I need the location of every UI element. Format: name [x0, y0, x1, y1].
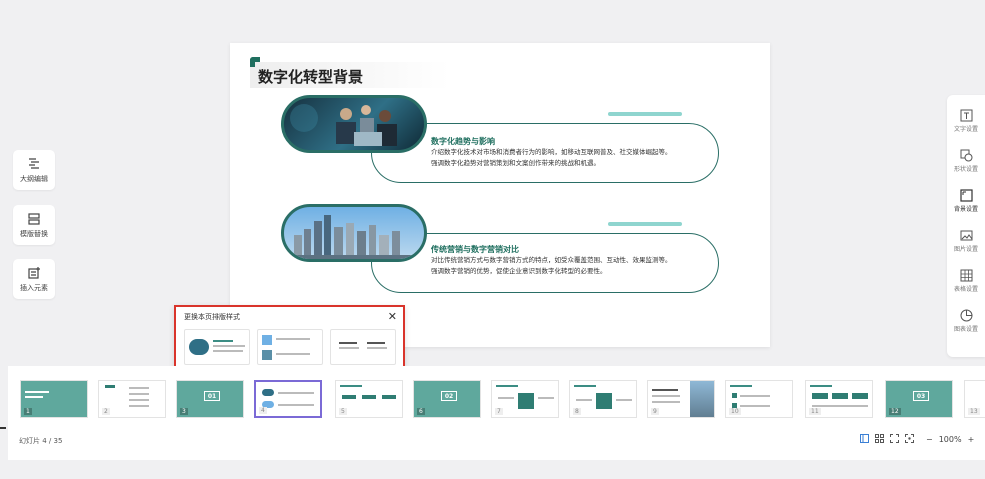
slide-thumbnail[interactable]: 02 6: [413, 380, 481, 418]
chart-icon: [960, 309, 972, 322]
slide-number: 9: [651, 408, 659, 415]
table-settings-label: 表格设置: [953, 286, 978, 293]
template-replace-button[interactable]: 模版替换: [13, 205, 55, 245]
city-skyline-photo[interactable]: [281, 204, 427, 262]
layout-option[interactable]: [330, 329, 396, 365]
slide-thumbnail[interactable]: 10: [725, 380, 793, 418]
divider: [0, 427, 6, 429]
slide-number: 12: [889, 408, 901, 415]
slide-thumbnail[interactable]: 5: [335, 380, 403, 418]
section-badge: 03: [913, 391, 929, 401]
slide-title[interactable]: 数字化转型背景: [258, 66, 363, 87]
view-controls: − 100% +: [860, 434, 974, 445]
layout-style-popup: 更换本页排版样式 ✕: [174, 305, 405, 373]
block2-line2: 强调数字营销的优势，促使企业意识到数字化转型的必要性。: [431, 267, 607, 275]
insert-element-label: 插入元素: [20, 283, 48, 292]
slide-number: 4: [259, 407, 267, 414]
settings-panel: 文字设置 形状设置 背景设置 图片设置 表格设置 图表设置: [947, 95, 985, 357]
slide-number: 2: [102, 408, 110, 415]
grid-view-icon[interactable]: [875, 434, 884, 445]
block1-heading[interactable]: 数字化趋势与影响: [431, 136, 495, 147]
slide-number: 13: [968, 408, 980, 415]
slide-thumbnail[interactable]: 11: [805, 380, 873, 418]
template-replace-label: 模版替换: [20, 229, 48, 238]
outline-icon: [29, 157, 39, 169]
background-icon: [959, 189, 973, 202]
popup-title: 更换本页排版样式: [184, 313, 240, 321]
outline-edit-button[interactable]: 大纲编辑: [13, 150, 55, 190]
slide-number: 6: [417, 408, 425, 415]
fit-screen-icon[interactable]: [890, 434, 899, 445]
slide-number: 1: [24, 408, 32, 415]
slide-number: 10: [729, 408, 741, 415]
slide-counter: 幻灯片 4 / 35: [19, 437, 63, 445]
slide-number: 3: [180, 408, 188, 415]
text-settings-label: 文字设置: [953, 126, 978, 133]
slide-number: 11: [809, 408, 821, 415]
chart-settings-button[interactable]: 图表设置: [947, 309, 985, 347]
accent-bar: [608, 222, 682, 226]
slide-thumbnail[interactable]: 03 12: [885, 380, 953, 418]
normal-view-icon[interactable]: [860, 434, 869, 445]
meeting-photo[interactable]: [281, 95, 427, 153]
slide-thumbnail-selected[interactable]: 4: [254, 380, 322, 418]
block1-line1: 介绍数字化技术对市场和消费者行为的影响，如移动互联网普及、社交媒体崛起等。: [431, 148, 672, 156]
background-settings-label: 背景设置: [953, 206, 978, 213]
slide-thumbnail[interactable]: 7: [491, 380, 559, 418]
insert-element-button[interactable]: 插入元素: [13, 259, 55, 299]
slide-number: 5: [339, 408, 347, 415]
slide-thumbnail[interactable]: 13: [964, 380, 985, 418]
block2-heading[interactable]: 传统营销与数字营销对比: [431, 244, 519, 255]
slide-thumbnail[interactable]: 1: [20, 380, 88, 418]
background-settings-button[interactable]: 背景设置: [947, 189, 985, 227]
text-settings-button[interactable]: 文字设置: [947, 109, 985, 147]
outline-edit-label: 大纲编辑: [20, 174, 48, 183]
shape-icon: [960, 149, 972, 162]
section-badge: 02: [441, 391, 457, 401]
slide-canvas[interactable]: 数字化转型背景 数字化趋势与影响 介绍数字化技术对市场和消费者行为的影响，如移动…: [230, 43, 770, 347]
slide-filmstrip: 1 2 01 3 4 5 02 6 7 8 9 10 11 03 12 13: [8, 366, 985, 460]
image-settings-button[interactable]: 图片设置: [947, 229, 985, 267]
slide-thumbnail[interactable]: 01 3: [176, 380, 244, 418]
shape-settings-button[interactable]: 形状设置: [947, 149, 985, 187]
close-icon[interactable]: ✕: [388, 310, 397, 323]
accent-bar: [608, 112, 682, 116]
zoom-level: 100%: [938, 435, 962, 444]
slide-thumbnail[interactable]: 8: [569, 380, 637, 418]
section-badge: 01: [204, 391, 220, 401]
slide-thumbnail[interactable]: 2: [98, 380, 166, 418]
zoom-in-button[interactable]: +: [968, 435, 975, 444]
layout-option[interactable]: [257, 329, 323, 365]
slide-number: 8: [573, 408, 581, 415]
block1-line2: 强调数字化趋势对营销策划和文案创作带来的挑战和机遇。: [431, 159, 600, 167]
image-icon: [960, 230, 972, 241]
layout-option[interactable]: [184, 329, 250, 365]
table-icon: [960, 269, 972, 282]
table-settings-button[interactable]: 表格设置: [947, 269, 985, 307]
slide-number: 7: [495, 408, 503, 415]
text-icon: [960, 109, 972, 122]
chart-settings-label: 图表设置: [953, 326, 978, 333]
block1-text[interactable]: 介绍数字化技术对市场和消费者行为的影响，如移动互联网普及、社交媒体崛起等。 强调…: [431, 147, 699, 169]
block2-line1: 对比传统营销方式与数字营销方式的特点，如受众覆盖范围、互动性、效果监测等。: [431, 256, 672, 264]
block2-text[interactable]: 对比传统营销方式与数字营销方式的特点，如受众覆盖范围、互动性、效果监测等。 强调…: [431, 255, 699, 277]
fullscreen-icon[interactable]: [905, 434, 914, 445]
zoom-out-button[interactable]: −: [926, 435, 933, 444]
shape-settings-label: 形状设置: [953, 166, 978, 173]
insert-icon: [28, 266, 40, 279]
image-settings-label: 图片设置: [953, 246, 978, 253]
slide-thumbnail[interactable]: 9: [647, 380, 715, 418]
template-icon: [28, 212, 40, 225]
